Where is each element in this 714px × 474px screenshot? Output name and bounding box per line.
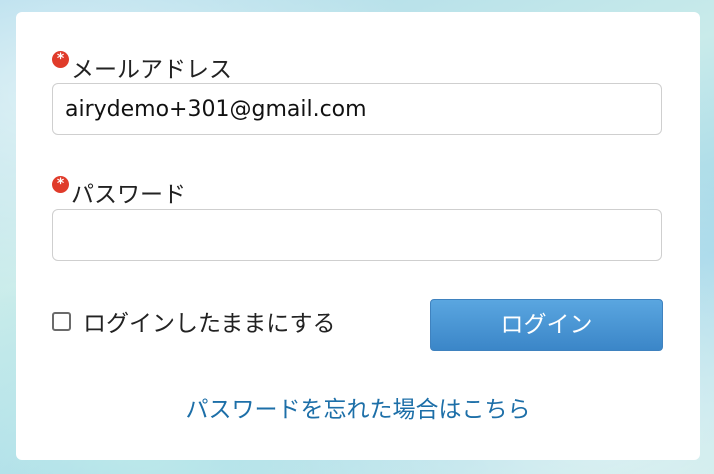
password-field[interactable] <box>52 209 662 261</box>
forgot-password-link[interactable]: パスワードを忘れた場合はこちら <box>16 390 700 424</box>
password-label: * パスワード <box>52 175 186 209</box>
required-icon: * <box>52 50 69 68</box>
login-button[interactable]: ログイン <box>430 299 663 351</box>
email-field[interactable] <box>52 83 662 135</box>
required-icon: * <box>52 175 69 193</box>
login-card: * メールアドレス * パスワード ログインしたままにする ログイン パスワード… <box>16 12 700 460</box>
remember-me-checkbox[interactable] <box>52 311 71 331</box>
remember-me-label: ログインしたままにする <box>83 311 336 337</box>
email-label: * メールアドレス <box>52 50 232 84</box>
remember-me[interactable]: ログインしたままにする <box>52 304 336 338</box>
email-label-text: メールアドレス <box>71 57 232 83</box>
password-label-text: パスワード <box>71 182 186 208</box>
